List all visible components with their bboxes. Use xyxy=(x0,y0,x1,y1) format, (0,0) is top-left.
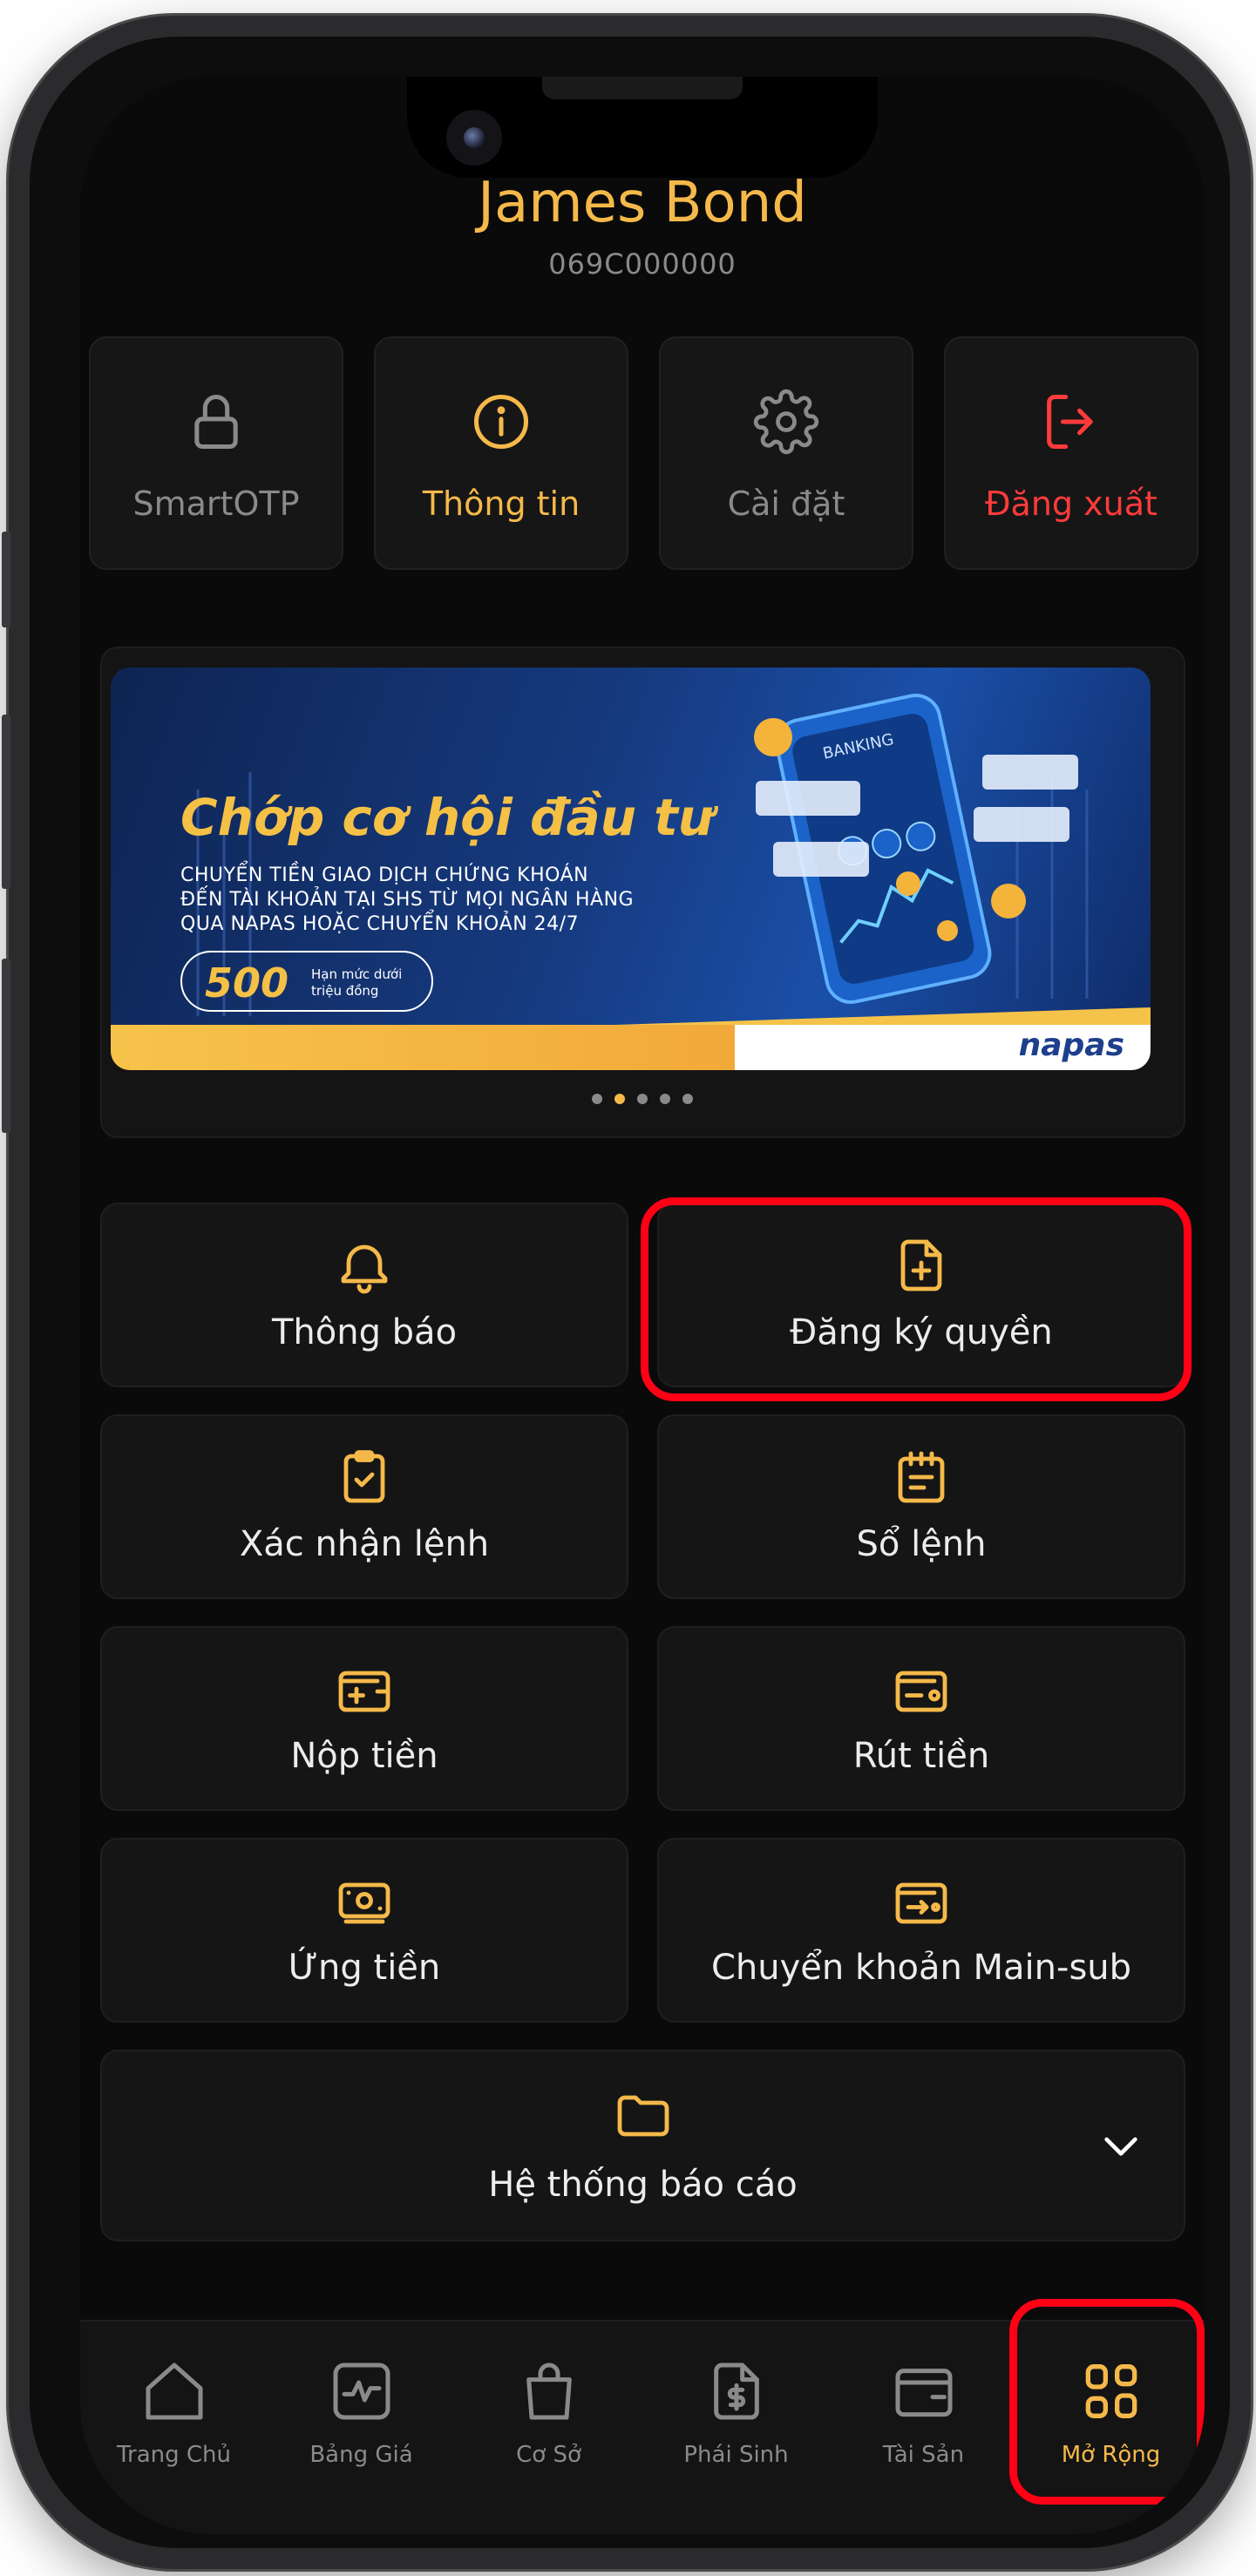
banner-line-2: ĐẾN TÀI KHOẢN TẠI SHS TỪ MỌI NGÂN HÀNG xyxy=(180,889,635,911)
chevron-down-icon[interactable] xyxy=(1096,2121,1145,2170)
menu-main-sub-transfer[interactable]: Chuyển khoản Main-sub xyxy=(657,1838,1185,2023)
logout-label: Đăng xuất xyxy=(985,485,1158,523)
notebook-icon xyxy=(898,1451,945,1503)
settings-label: Cài đặt xyxy=(727,485,845,523)
tab-assets[interactable]: Tài Sản xyxy=(830,2322,1017,2496)
tab-assets-label: Tài Sản xyxy=(882,2442,965,2468)
account-id: 069C000000 xyxy=(548,247,737,281)
menu-withdraw[interactable]: Rút tiền xyxy=(657,1626,1185,1811)
carousel-dot[interactable] xyxy=(660,1094,670,1104)
logout-icon xyxy=(1047,394,1093,450)
menu-main-sub-transfer-label: Chuyển khoản Main-sub xyxy=(710,1948,1132,1988)
shopping-bag-icon xyxy=(526,2362,572,2420)
volume-up-button xyxy=(2,532,10,627)
promo-banner[interactable]: BANKING Chớp cơ hội đầu tư CHUYỂN TIỀN G… xyxy=(111,668,1151,1070)
tab-price-board-label: Bảng Giá xyxy=(309,2442,413,2468)
price-board-icon xyxy=(333,2362,390,2420)
limit-caption: Hạn mức dưới triệu đồng xyxy=(311,966,402,1000)
tab-base-market-label: Cơ Sở xyxy=(516,2442,581,2468)
user-name: James Bond xyxy=(478,171,807,235)
napas-logo: napas xyxy=(1018,1027,1124,1063)
tab-home[interactable]: Trang Chủ xyxy=(80,2322,268,2496)
wallet-transfer-icon xyxy=(895,1882,947,1924)
smartotp-button[interactable]: SmartOTP xyxy=(89,336,343,570)
home-icon xyxy=(146,2362,202,2420)
info-icon xyxy=(473,394,529,450)
wallet-icon xyxy=(895,2369,952,2417)
highlight-box-extended-tab xyxy=(1009,2299,1205,2505)
speaker-grille xyxy=(542,77,743,99)
clipboard-check-icon xyxy=(343,1450,385,1503)
folder-icon xyxy=(617,2095,669,2137)
limit-badge: 500 Hạn mức dưới triệu đồng xyxy=(180,951,433,1012)
volume-down-button xyxy=(2,715,10,889)
front-camera xyxy=(446,110,502,166)
menu-reports[interactable]: Hệ thống báo cáo xyxy=(100,2050,1185,2241)
banner-line-3: QUA NAPAS HOẶC CHUYỂN KHOẢN 24/7 xyxy=(180,913,580,935)
settings-button[interactable]: Cài đặt xyxy=(659,336,913,570)
info-label: Thông tin xyxy=(422,485,580,523)
menu-order-confirmation-label: Xác nhận lệnh xyxy=(239,1524,490,1564)
banner-title: Chớp cơ hội đầu tư xyxy=(180,788,715,847)
tab-price-board[interactable]: Bảng Giá xyxy=(268,2322,455,2496)
limit-caption-line-1: Hạn mức dưới xyxy=(311,966,403,982)
highlight-box-rights-registration xyxy=(641,1197,1192,1401)
bell-icon xyxy=(341,1244,388,1294)
tab-base-market[interactable]: Cơ Sở xyxy=(455,2322,642,2496)
document-dollar-icon xyxy=(713,2362,759,2420)
cash-icon xyxy=(338,1882,390,1924)
limit-value: 500 xyxy=(205,959,289,1007)
silent-switch xyxy=(2,959,10,1133)
limit-caption-line-2: triệu đồng xyxy=(311,983,379,999)
banner-line-1: CHUYỂN TIỀN GIAO DỊCH CHỨNG KHOÁN xyxy=(180,864,589,886)
carousel-dot-active[interactable] xyxy=(614,1094,625,1104)
menu-order-book[interactable]: Sổ lệnh xyxy=(657,1414,1185,1599)
info-button[interactable]: Thông tin xyxy=(374,336,628,570)
smartotp-label: SmartOTP xyxy=(132,485,300,523)
app-screen: James Bond 069C000000 SmartOTP Thông tin… xyxy=(80,77,1205,2534)
carousel-dot[interactable] xyxy=(592,1094,602,1104)
wallet-plus-icon xyxy=(338,1671,390,1712)
lock-icon xyxy=(194,394,238,450)
gear-icon xyxy=(753,389,819,455)
menu-cash-advance[interactable]: Ứng tiền xyxy=(100,1838,628,2023)
menu-cash-advance-label: Ứng tiền xyxy=(288,1948,441,1988)
menu-withdraw-label: Rút tiền xyxy=(852,1736,990,1776)
menu-notifications[interactable]: Thông báo xyxy=(100,1203,628,1387)
menu-deposit[interactable]: Nộp tiền xyxy=(100,1626,628,1811)
logout-button[interactable]: Đăng xuất xyxy=(944,336,1198,570)
tab-derivatives[interactable]: Phái Sinh xyxy=(642,2322,830,2496)
tab-derivatives-label: Phái Sinh xyxy=(683,2442,789,2468)
carousel-dot[interactable] xyxy=(637,1094,648,1104)
carousel-pagination xyxy=(80,1091,1205,1108)
menu-deposit-label: Nộp tiền xyxy=(290,1736,438,1776)
menu-order-confirmation[interactable]: Xác nhận lệnh xyxy=(100,1414,628,1599)
menu-notifications-label: Thông báo xyxy=(271,1312,458,1352)
banner-footer-strip xyxy=(111,1025,1151,1070)
menu-order-book-label: Sổ lệnh xyxy=(856,1524,987,1564)
menu-reports-label: Hệ thống báo cáo xyxy=(488,2165,798,2205)
carousel-dot[interactable] xyxy=(682,1094,693,1104)
tab-home-label: Trang Chủ xyxy=(116,2442,232,2468)
wallet-minus-icon xyxy=(895,1671,947,1712)
